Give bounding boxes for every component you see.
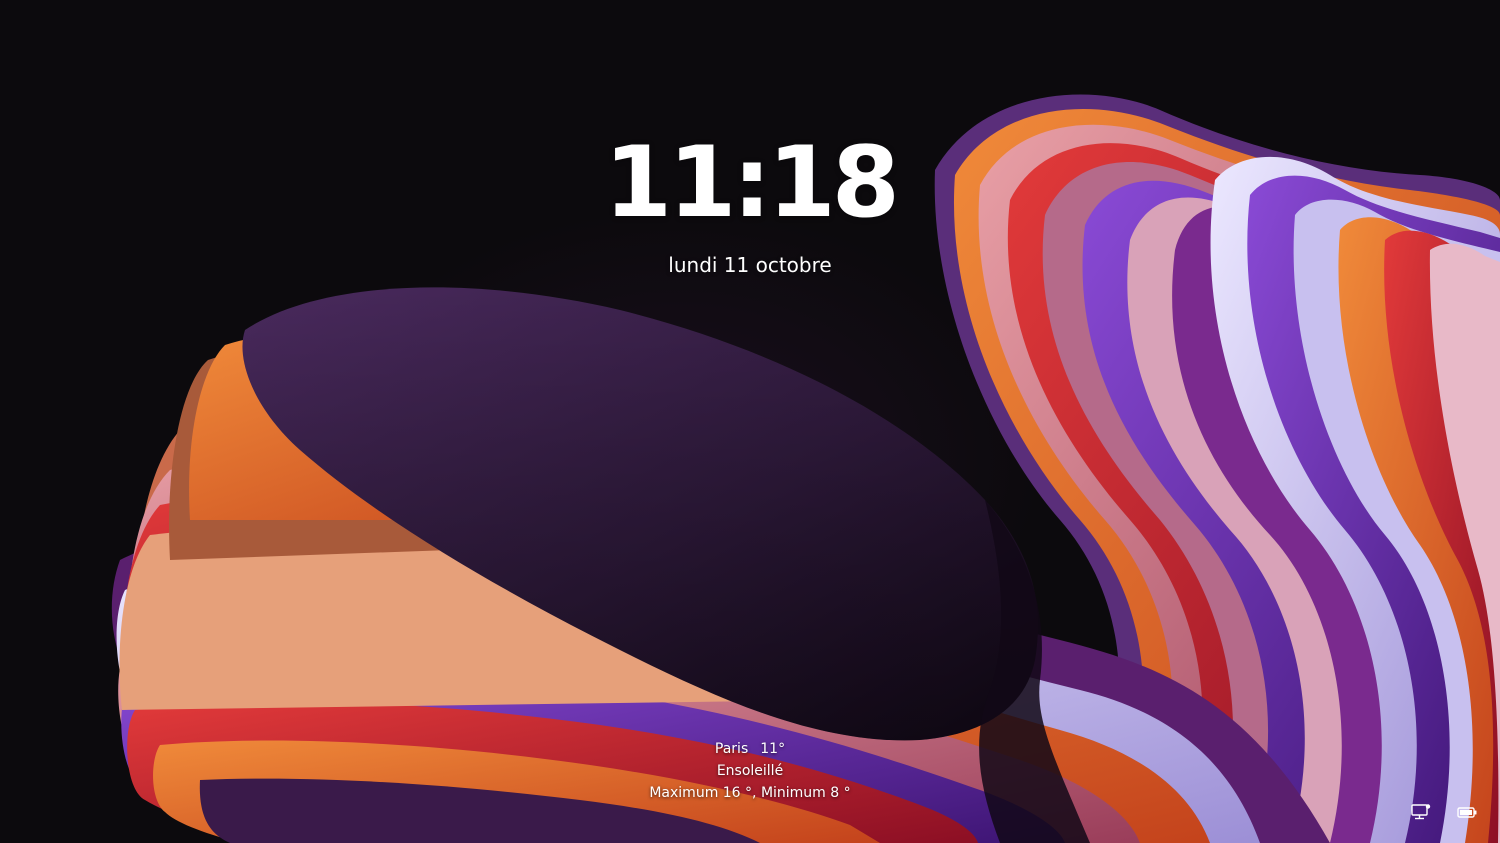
- weather-temperature: 11°: [760, 741, 786, 757]
- weather-condition: Ensoleillé: [716, 763, 784, 779]
- weather-widget: Paris 11° Ensoleillé Maximum 16 °, Minimu…: [0, 738, 1500, 804]
- weather-location-row: Paris 11°: [0, 738, 1500, 760]
- network-icon[interactable]: [1410, 803, 1432, 821]
- weather-city: Paris: [714, 741, 749, 757]
- status-tray: [1410, 803, 1478, 821]
- lock-screen[interactable]: 11:18 lundi 11 octobre Paris 11° Ensoleil…: [0, 0, 1500, 843]
- battery-icon[interactable]: [1456, 803, 1478, 821]
- lock-screen-date: lundi 11 octobre: [668, 253, 832, 277]
- lock-screen-clock: 11:18: [604, 126, 900, 240]
- weather-range: Maximum 16 °, Minimum 8 °: [649, 785, 851, 801]
